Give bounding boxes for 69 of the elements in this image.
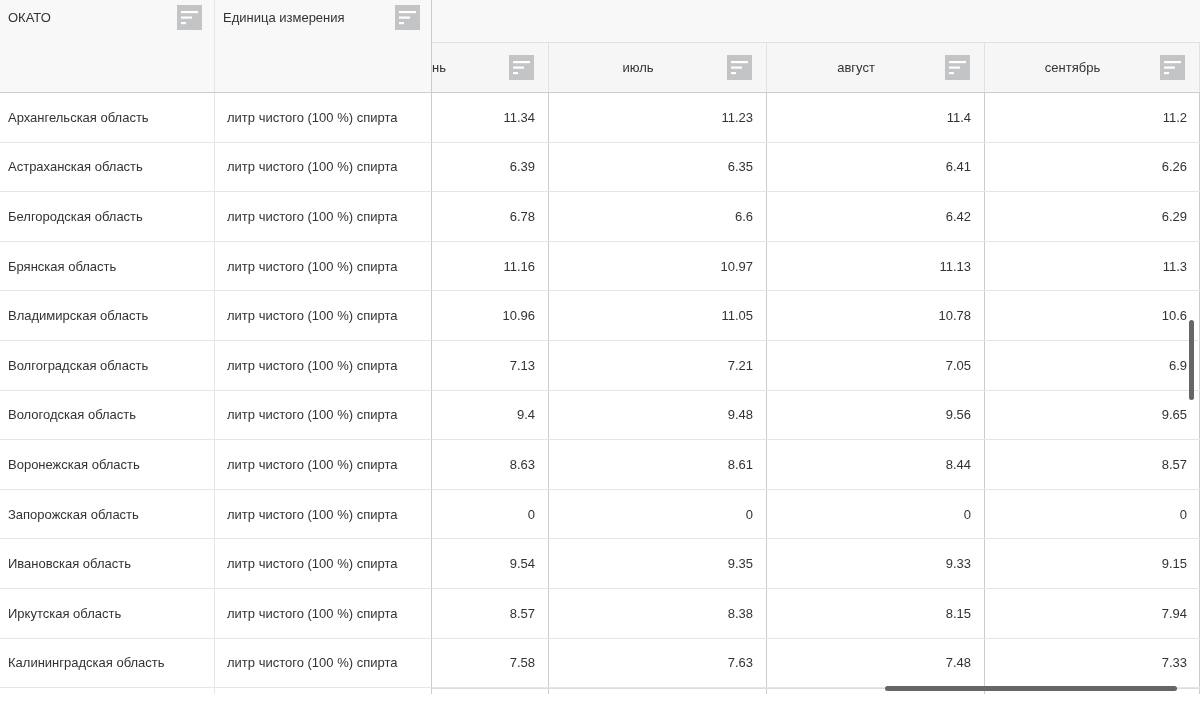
value-cell: 6.35 [549, 142, 767, 192]
value-cell: 0 [985, 489, 1200, 539]
value-cell: 8.63 [432, 440, 549, 489]
filter-icon[interactable] [395, 5, 420, 30]
column-header[interactable]: Единица измерения [223, 5, 345, 31]
filter-icon[interactable] [727, 55, 752, 80]
value-cell: 9.35 [549, 539, 767, 588]
value-cell: 0 [432, 489, 549, 539]
value-cell: 8.61 [549, 440, 767, 489]
value-cell: 9.15 [985, 539, 1200, 588]
value-cell: 10.78 [767, 291, 985, 340]
scrollbar-thumb[interactable] [1189, 320, 1194, 400]
value-cell: 8.38 [549, 588, 767, 638]
value-cell: 7.94 [985, 588, 1200, 638]
value-cell: 11.23 [549, 93, 767, 142]
value-cell: 11.4 [767, 93, 985, 142]
value-cell: 11.34 [432, 93, 549, 142]
value-cell: 7.63 [549, 638, 767, 688]
region-cell-text: Запорожская область [7, 505, 140, 524]
value-cell: 6.42 [767, 192, 985, 241]
scrollbar-thumb[interactable] [885, 686, 1177, 691]
value-cell: 8.15 [767, 588, 985, 638]
value-cell: 11.13 [767, 241, 985, 291]
column-header[interactable]: ОКАТО [8, 5, 51, 31]
region-cell-text: Вологодская область [7, 406, 138, 425]
filter-icon[interactable] [177, 5, 202, 30]
region-cell-text: Владимирская область [7, 307, 150, 326]
value-cell: 11.2 [985, 93, 1200, 142]
value-cell: 6.41 [767, 142, 985, 192]
region-cell-text: Ивановская область [7, 555, 132, 574]
region-cell-text: Воронежская область [7, 455, 141, 474]
value-cell: 11.05 [549, 291, 767, 340]
value-cell: 9.4 [432, 390, 549, 440]
value-cell: 6.6 [549, 192, 767, 241]
column-header[interactable]: август [767, 60, 945, 75]
value-cell: 0 [549, 489, 767, 539]
value-cell: 9.56 [767, 390, 985, 440]
value-cell: 7.58 [432, 638, 549, 688]
region-cell-text: Калининградская область [7, 654, 166, 673]
region-cell-text: Белгородская область [7, 208, 144, 226]
region-cell-text: Астраханская область [7, 158, 144, 177]
value-cell: 9.54 [432, 539, 549, 588]
column-header[interactable]: нь [432, 60, 509, 75]
value-cell: 6.26 [985, 142, 1200, 192]
value-cell: 6.29 [985, 192, 1200, 241]
value-cell: 6.39 [432, 142, 549, 192]
value-cell: 7.05 [767, 340, 985, 390]
value-cell: 7.21 [549, 340, 767, 390]
value-cell: 9.33 [767, 539, 985, 588]
region-cell-text: Брянская область [7, 257, 118, 276]
region-cell-text: Волгоградская область [7, 356, 150, 375]
filter-icon[interactable] [1160, 55, 1185, 80]
value-cell: 11.16 [432, 241, 549, 291]
value-cell: 10.96 [432, 291, 549, 340]
value-cell: 11.3 [985, 241, 1200, 291]
value-cell: 6.78 [432, 192, 549, 241]
column-header[interactable]: июль [549, 60, 727, 75]
value-cell: 10.97 [549, 241, 767, 291]
value-cell: 8.57 [985, 440, 1200, 489]
region-cell-text: Архангельская область [7, 108, 150, 127]
region-cell-text: Иркутская область [7, 604, 123, 623]
value-cell: 7.13 [432, 340, 549, 390]
filter-icon[interactable] [509, 55, 534, 80]
value-cell: 8.57 [432, 588, 549, 638]
column-header[interactable]: сентябрь [985, 60, 1160, 75]
value-cell: 0 [767, 489, 985, 539]
value-cell: 9.48 [549, 390, 767, 440]
value-cell: 8.44 [767, 440, 985, 489]
filter-icon[interactable] [945, 55, 970, 80]
